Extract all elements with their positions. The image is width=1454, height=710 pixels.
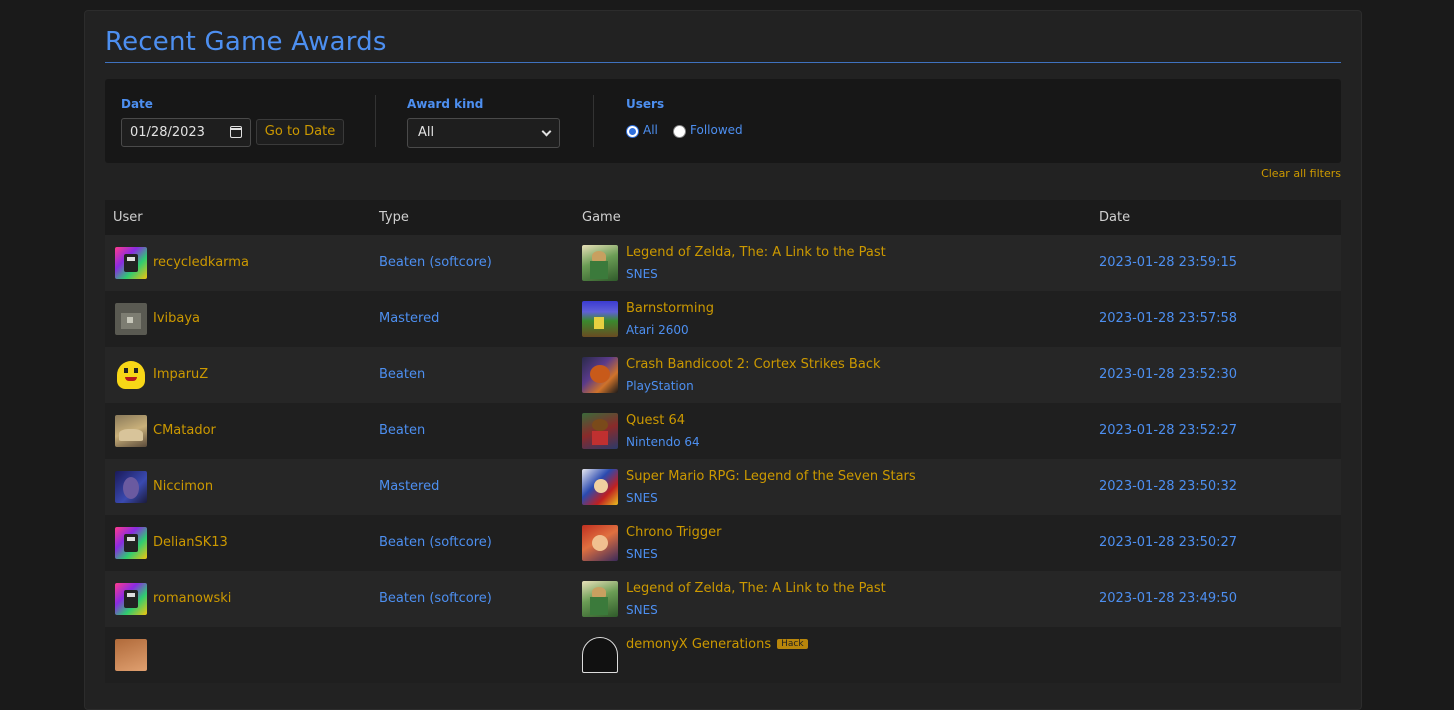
user-avatar[interactable] [115,527,147,559]
column-header-user: User [113,210,143,225]
award-type-link[interactable]: Mastered [379,479,439,494]
game-title-link[interactable]: Legend of Zelda, The: A Link to the Past [626,581,886,596]
awards-table: User Type Game Date recycledkarma Beaten… [105,200,1341,683]
user-avatar[interactable] [115,639,147,671]
user-avatar[interactable] [115,247,147,279]
go-to-date-button[interactable]: Go to Date [256,119,344,145]
users-followed-radio[interactable] [673,125,686,138]
filter-divider [593,95,594,147]
system-link[interactable]: SNES [626,491,658,505]
user-avatar[interactable] [115,415,147,447]
game-icon[interactable] [582,581,618,617]
table-row: Ivibaya Mastered Barnstorming Atari 2600… [105,291,1341,347]
award-date: 2023-01-28 23:50:32 [1099,479,1238,494]
award-type-link[interactable]: Beaten (softcore) [379,255,492,270]
filters-bar: Date 01/28/2023 Go to Date Award kind Al… [105,79,1341,163]
column-header-date: Date [1099,210,1131,225]
user-link[interactable]: ImparuZ [153,367,208,382]
system-link[interactable]: SNES [626,603,658,617]
award-date: 2023-01-28 23:52:27 [1099,423,1238,438]
awards-panel: Recent Game Awards Date 01/28/2023 Go to… [84,10,1362,710]
table-row: DelianSK13 Beaten (softcore) Chrono Trig… [105,515,1341,571]
users-followed-label[interactable]: Followed [690,123,743,137]
award-kind-label: Award kind [407,97,484,111]
game-icon[interactable] [582,413,618,449]
award-kind-select[interactable]: All [407,118,560,148]
table-row: ImparuZ Beaten Crash Bandicoot 2: Cortex… [105,347,1341,403]
game-title-link[interactable]: Super Mario RPG: Legend of the Seven Sta… [626,469,916,484]
system-link[interactable]: SNES [626,267,658,281]
chevron-down-icon [541,126,552,137]
game-title-link[interactable]: Barnstorming [626,301,714,316]
user-avatar[interactable] [115,471,147,503]
game-icon[interactable] [582,637,618,673]
users-all-label[interactable]: All [643,123,658,137]
table-row: Niccimon Mastered Super Mario RPG: Legen… [105,459,1341,515]
users-all-radio[interactable] [626,125,639,138]
column-header-type: Type [379,210,409,225]
award-date: 2023-01-28 23:50:27 [1099,535,1238,550]
column-header-game: Game [582,210,621,225]
date-input[interactable]: 01/28/2023 [121,118,251,147]
award-kind-value: All [418,125,435,140]
filter-divider [375,95,376,147]
hack-tag: Hack [777,639,808,649]
table-row: romanowski Beaten (softcore) Legend of Z… [105,571,1341,627]
date-filter-label: Date [121,97,153,111]
game-icon[interactable] [582,469,618,505]
user-avatar[interactable] [115,303,147,335]
game-title-link[interactable]: Crash Bandicoot 2: Cortex Strikes Back [626,357,881,372]
award-type-link[interactable]: Mastered [379,311,439,326]
award-type-link[interactable]: Beaten [379,367,425,382]
game-icon[interactable] [582,245,618,281]
system-link[interactable]: Atari 2600 [626,323,689,337]
users-filter-label: Users [626,97,665,111]
user-link[interactable]: CMatador [153,423,216,438]
game-title-link[interactable]: Chrono Trigger [626,525,722,540]
user-link[interactable]: DelianSK13 [153,535,228,550]
game-title-link[interactable]: Legend of Zelda, The: A Link to the Past [626,245,886,260]
award-date: 2023-01-28 23:49:50 [1099,591,1238,606]
award-date: 2023-01-28 23:59:15 [1099,255,1238,270]
system-link[interactable]: PlayStation [626,379,694,393]
award-type-link[interactable]: Beaten (softcore) [379,535,492,550]
award-date: 2023-01-28 23:57:58 [1099,311,1238,326]
table-row: recycledkarma Beaten (softcore) Legend o… [105,235,1341,291]
calendar-icon[interactable] [230,126,242,138]
user-link[interactable]: Ivibaya [153,311,200,326]
game-icon[interactable] [582,301,618,337]
user-link[interactable]: Niccimon [153,479,213,494]
user-link[interactable]: romanowski [153,591,231,606]
clear-all-filters-link[interactable]: Clear all filters [1261,167,1341,180]
system-link[interactable]: Nintendo 64 [626,435,700,449]
page-title: Recent Game Awards [105,27,1341,63]
table-row: CMatador Beaten Quest 64 Nintendo 64 202… [105,403,1341,459]
table-header: User Type Game Date [105,200,1341,235]
game-icon[interactable] [582,357,618,393]
user-link[interactable]: recycledkarma [153,255,249,270]
game-title-link[interactable]: Quest 64 [626,413,685,428]
game-icon[interactable] [582,525,618,561]
date-input-value: 01/28/2023 [130,125,205,140]
table-row: demonyX Generations Hack [105,627,1341,683]
award-type-link[interactable]: Beaten [379,423,425,438]
system-link[interactable]: SNES [626,547,658,561]
user-avatar[interactable] [115,359,147,391]
user-avatar[interactable] [115,583,147,615]
award-type-link[interactable]: Beaten (softcore) [379,591,492,606]
award-date: 2023-01-28 23:52:30 [1099,367,1238,382]
